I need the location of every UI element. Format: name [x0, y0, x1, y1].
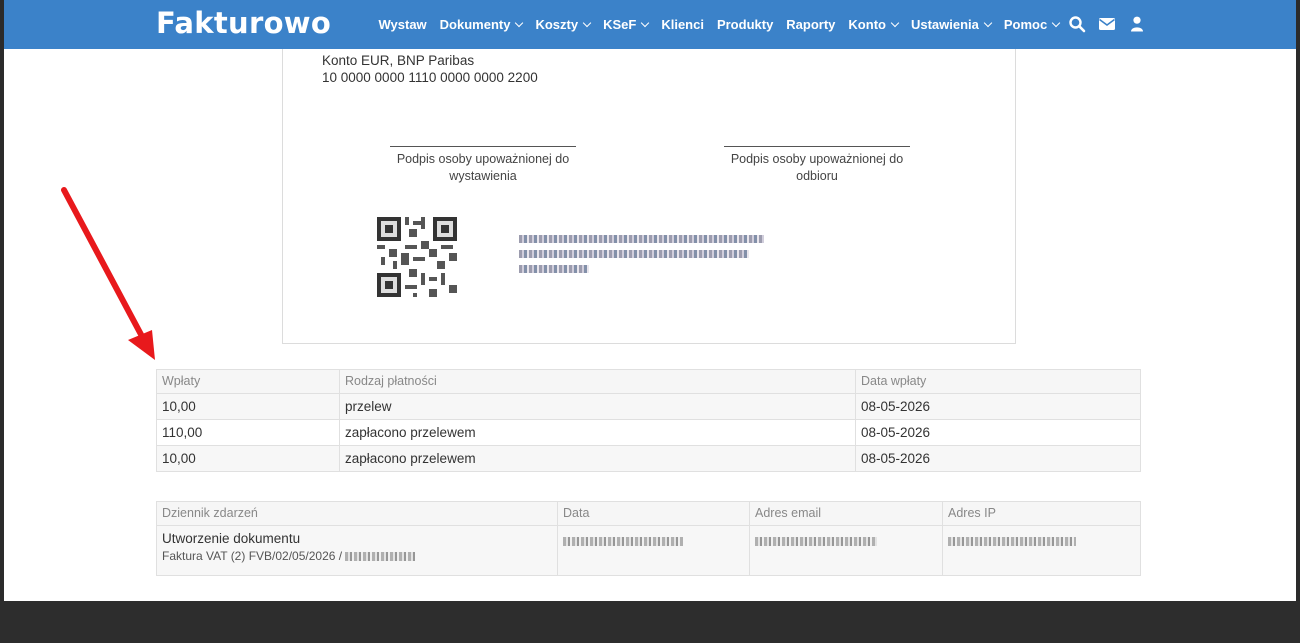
- signature-issuer: Podpis osoby upoważnionej do wystawienia: [390, 146, 576, 185]
- payment-date: 08-05-2026: [855, 445, 1141, 472]
- column-header: Data: [557, 501, 750, 526]
- redacted-date: [563, 536, 683, 546]
- event-subtitle: Faktura VAT (2) FVB/02/05/2026 /: [162, 547, 552, 565]
- search-icon[interactable]: [1068, 15, 1086, 33]
- nav-label: Klienci: [661, 17, 704, 32]
- chevron-down-icon: [983, 18, 993, 27]
- nav-label: Ustawienia: [910, 17, 979, 32]
- nav-label: KSeF: [603, 17, 637, 32]
- user-icon[interactable]: [1128, 15, 1146, 33]
- window-edge-left: [0, 0, 4, 643]
- nav-raporty[interactable]: Raporty: [786, 17, 835, 32]
- redacted-text: [345, 552, 416, 562]
- event-email: [749, 525, 943, 576]
- event-ip: [942, 525, 1141, 576]
- nav-label: Koszty: [535, 17, 579, 32]
- bank-account-number: 10 0000 0000 1110 0000 0000 2200: [322, 70, 538, 85]
- column-header: Dziennik zdarzeń: [156, 501, 558, 526]
- invoice-preview: Konto EUR, BNP Paribas 10 0000 0000 1110…: [282, 49, 1016, 344]
- column-header: Adres email: [749, 501, 943, 526]
- column-header: Adres IP: [942, 501, 1141, 526]
- payment-type: zapłacono przelewem: [339, 419, 856, 446]
- payment-amount: 10,00: [156, 393, 340, 420]
- page-footer: [0, 601, 1300, 643]
- column-header: Wpłaty: [156, 369, 340, 394]
- column-header: Data wpłaty: [855, 369, 1141, 394]
- signature-line: [390, 146, 576, 147]
- chevron-down-icon: [515, 18, 524, 27]
- redacted-ip: [948, 536, 1076, 546]
- event-date: [557, 525, 750, 576]
- nav-klienci[interactable]: Klienci: [661, 17, 704, 32]
- event-log-table: Dziennik zdarzeń Data Adres email Adres …: [156, 501, 1141, 576]
- payment-type: przelew: [339, 393, 856, 420]
- signature-issuer-label: Podpis osoby upoważnionej do wystawienia: [396, 152, 570, 183]
- signature-receiver: Podpis osoby upoważnionej do odbioru: [724, 146, 910, 185]
- event-title: Utworzenie dokumentu: [162, 531, 301, 546]
- nav-label: Pomoc: [1003, 17, 1048, 32]
- signature-receiver-label: Podpis osoby upoważnionej do odbioru: [730, 152, 904, 183]
- top-navbar: Fakturowo Wystaw Dokumenty Koszty KSeF K…: [4, 0, 1296, 49]
- table-row: 10,00 zapłacono przelewem 08-05-2026: [156, 445, 1141, 472]
- bank-account-name: Konto EUR, BNP Paribas: [322, 53, 475, 68]
- redacted-qr-description: [519, 235, 764, 280]
- main-nav: Wystaw Dokumenty Koszty KSeF Klienci Pro…: [372, 0, 1066, 49]
- payment-type: zapłacono przelewem: [339, 445, 856, 472]
- nav-koszty[interactable]: Koszty: [535, 17, 592, 32]
- nav-ustawienia[interactable]: Ustawienia: [910, 17, 993, 32]
- annotation-arrow: [61, 187, 155, 360]
- bank-account: Konto EUR, BNP Paribas 10 0000 0000 1110…: [322, 52, 538, 86]
- nav-konto[interactable]: Konto: [848, 17, 900, 32]
- nav-label: Konto: [848, 17, 886, 32]
- redacted-email: [755, 536, 877, 546]
- chevron-down-icon: [582, 18, 592, 27]
- nav-pomoc[interactable]: Pomoc: [1003, 17, 1061, 32]
- chevron-down-icon: [641, 18, 650, 27]
- chevron-down-icon: [1051, 18, 1061, 27]
- payments-table: Wpłaty Rodzaj płatności Data wpłaty 10,0…: [156, 369, 1141, 472]
- signature-line: [724, 146, 910, 147]
- nav-wystaw[interactable]: Wystaw: [379, 17, 427, 32]
- mail-icon[interactable]: [1098, 15, 1116, 33]
- nav-dokumenty[interactable]: Dokumenty: [439, 17, 524, 32]
- qr-code-image: [373, 213, 461, 301]
- table-row: 10,00 przelew 08-05-2026: [156, 393, 1141, 420]
- nav-icons: [1068, 15, 1146, 33]
- table-row: Utworzenie dokumentu Faktura VAT (2) FVB…: [156, 525, 1141, 576]
- table-header-row: Wpłaty Rodzaj płatności Data wpłaty: [156, 369, 1141, 394]
- payment-amount: 10,00: [156, 445, 340, 472]
- table-header-row: Dziennik zdarzeń Data Adres email Adres …: [156, 501, 1141, 526]
- brand-logo[interactable]: Fakturowo: [156, 6, 331, 40]
- chevron-down-icon: [890, 18, 900, 27]
- nav-label: Raporty: [786, 17, 836, 32]
- nav-produkty[interactable]: Produkty: [717, 17, 773, 32]
- table-row: 110,00 zapłacono przelewem 08-05-2026: [156, 419, 1141, 446]
- window-edge-right: [1296, 0, 1300, 643]
- nav-label: Wystaw: [378, 17, 427, 32]
- payment-date: 08-05-2026: [855, 419, 1141, 446]
- event-document-ref[interactable]: Faktura VAT (2) FVB/02/05/2026 /: [162, 549, 342, 563]
- nav-ksef[interactable]: KSeF: [603, 17, 650, 32]
- event-description: Utworzenie dokumentu Faktura VAT (2) FVB…: [156, 525, 558, 576]
- nav-label: Dokumenty: [439, 17, 511, 32]
- payment-date: 08-05-2026: [855, 393, 1141, 420]
- column-header: Rodzaj płatności: [339, 369, 856, 394]
- nav-label: Produkty: [716, 17, 774, 32]
- payment-amount: 110,00: [156, 419, 340, 446]
